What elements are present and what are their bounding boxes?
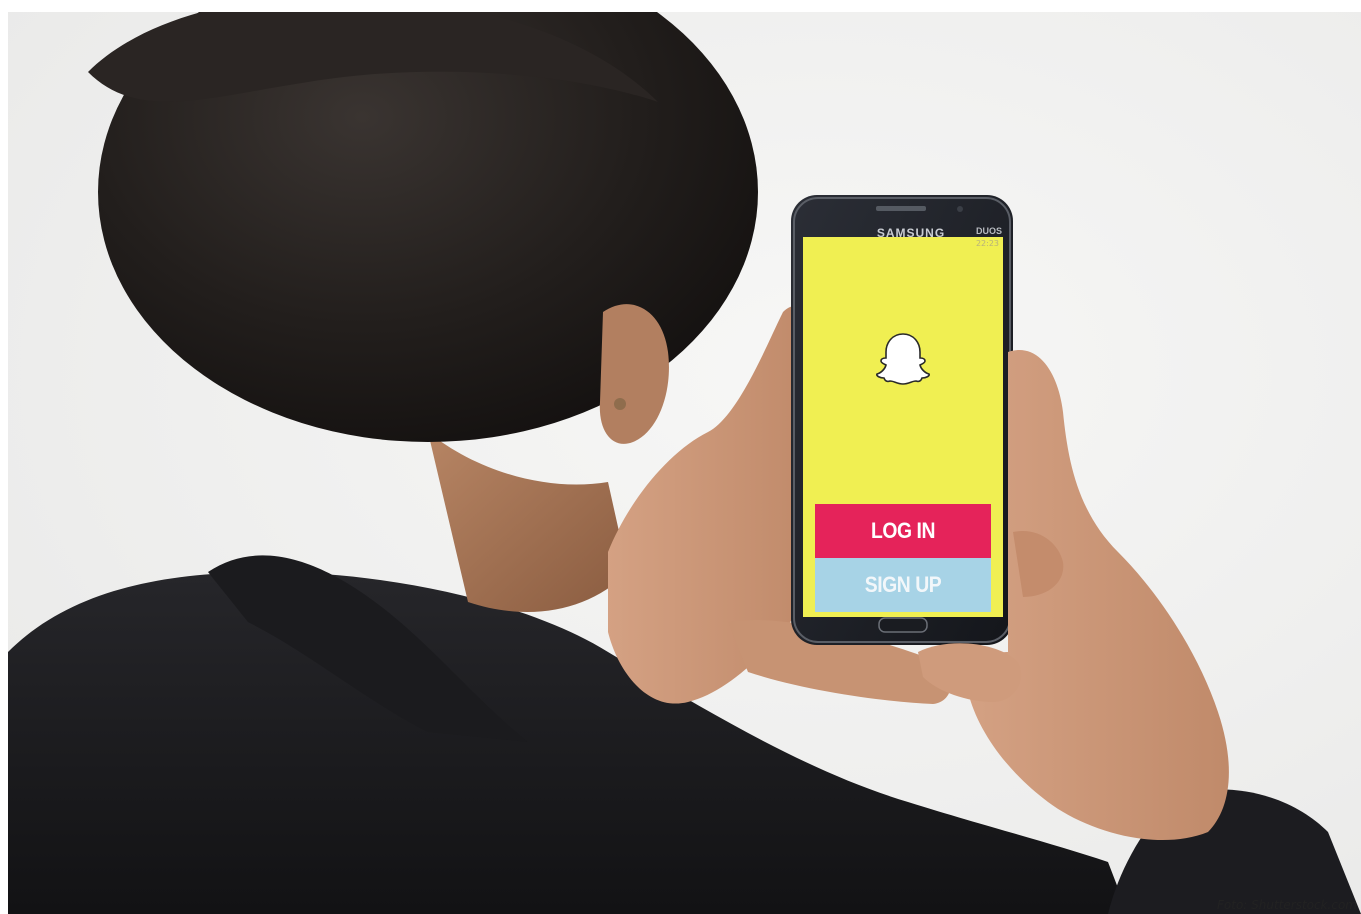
status-time: 22:23: [975, 239, 999, 248]
photo: 22:23 LOG IN SIGN UP SAMSUNG DUOS Foto: …: [0, 0, 1361, 914]
earring: [614, 398, 626, 410]
photo-illustration: [8, 12, 1361, 914]
phone-model-badge: DUOS: [976, 226, 1003, 236]
snapchat-login-screen: 22:23 LOG IN SIGN UP: [803, 237, 1003, 617]
phone-speaker: [876, 206, 926, 211]
signup-button[interactable]: SIGN UP: [815, 558, 991, 612]
photo-credit-caption: Foto: Shutterstock.com: [1217, 898, 1357, 912]
ear: [599, 304, 669, 444]
phone-brand-label: SAMSUNG: [876, 226, 946, 240]
phone-camera: [957, 206, 963, 212]
neck: [428, 432, 628, 612]
login-button[interactable]: LOG IN: [815, 504, 991, 558]
phone-home-button: [878, 617, 928, 633]
photo-scene: 22:23 LOG IN SIGN UP SAMSUNG DUOS: [8, 12, 1361, 914]
